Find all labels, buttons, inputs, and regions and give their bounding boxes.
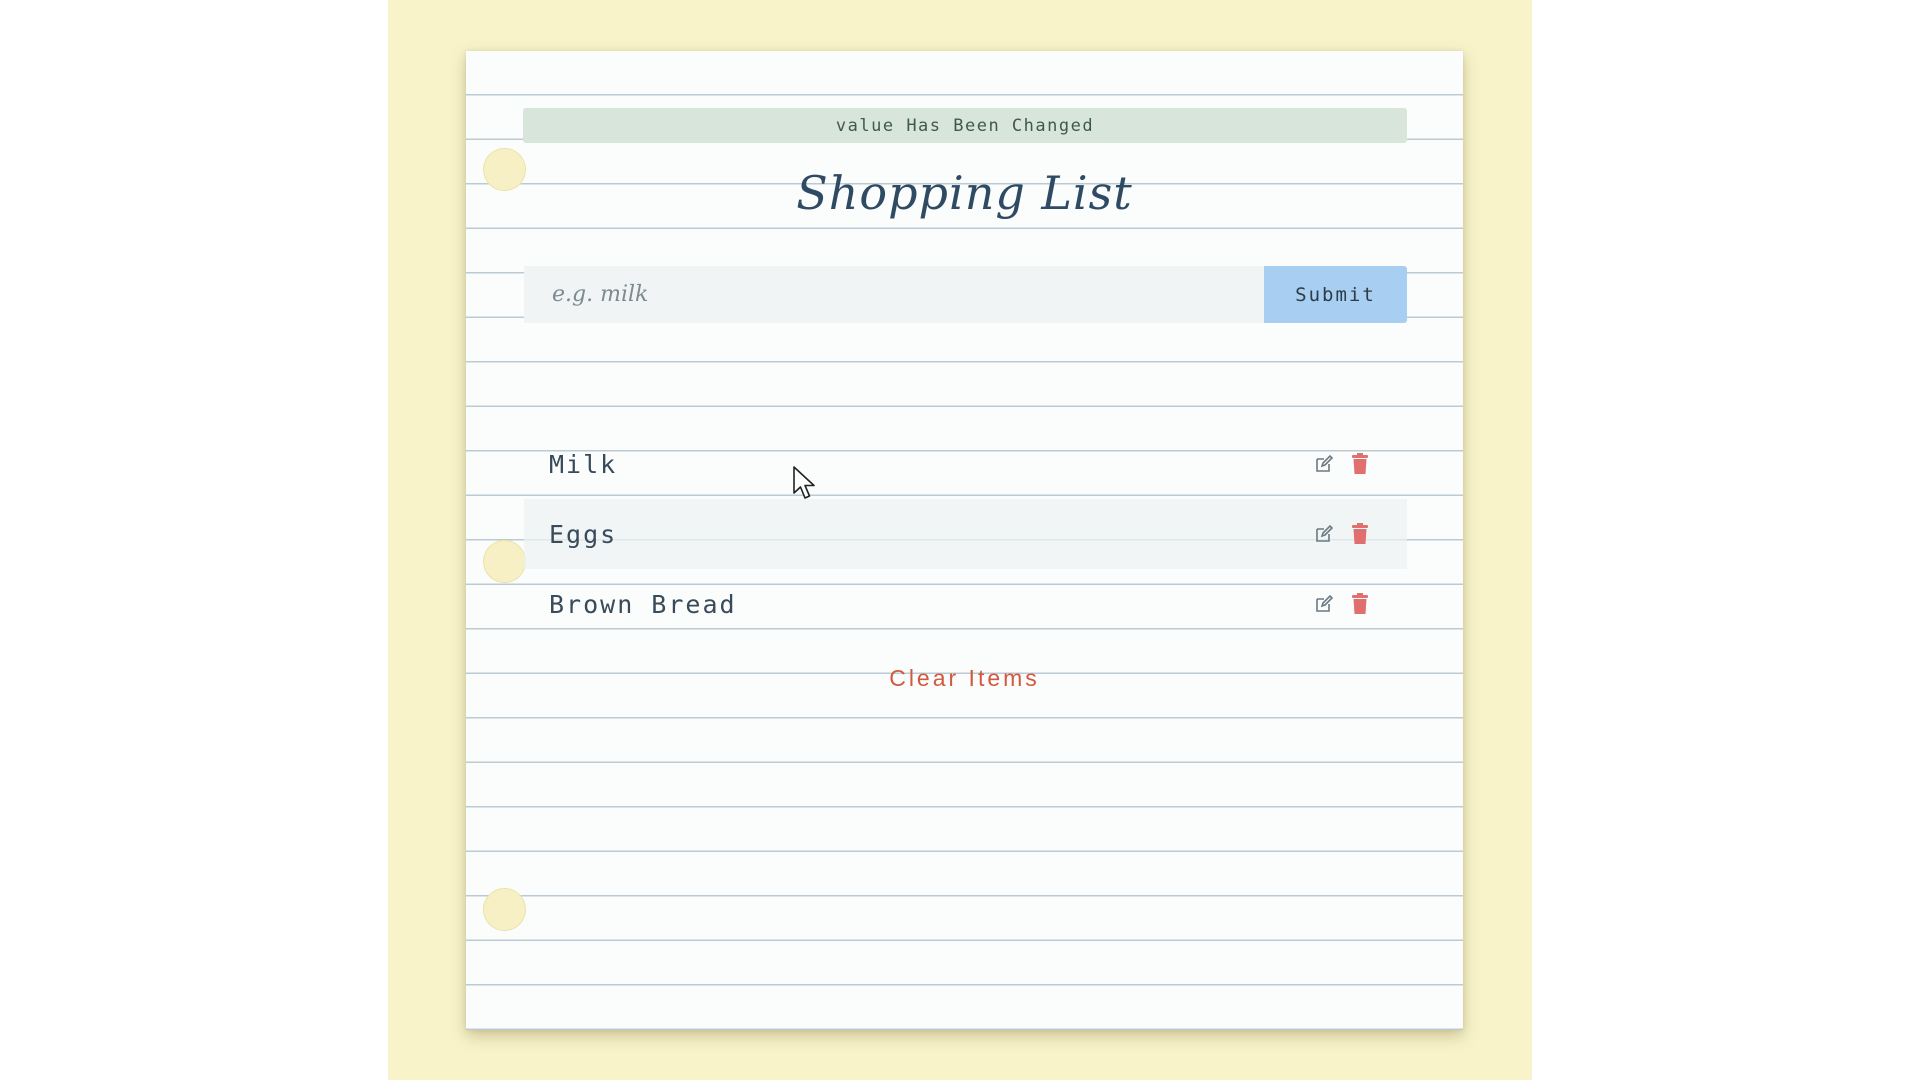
edit-icon[interactable] [1314, 453, 1334, 475]
status-alert: value Has Been Changed [523, 108, 1407, 143]
item-input[interactable] [524, 266, 1264, 323]
item-name: Brown Bread [549, 589, 737, 619]
item-actions [1314, 523, 1370, 545]
item-actions [1314, 593, 1370, 615]
binder-hole [483, 540, 526, 583]
list-item: Brown Bread [524, 569, 1407, 639]
add-item-form: Submit [524, 266, 1407, 323]
clear-items-button[interactable]: Clear Items [466, 665, 1463, 692]
trash-icon[interactable] [1350, 593, 1370, 615]
notebook-paper: value Has Been Changed Shopping List Sub… [466, 51, 1463, 1030]
binder-hole [483, 888, 526, 931]
trash-icon[interactable] [1350, 523, 1370, 545]
trash-icon[interactable] [1350, 453, 1370, 475]
page-title: Shopping List [796, 166, 1133, 220]
edit-icon[interactable] [1314, 523, 1334, 545]
item-name: Eggs [549, 519, 618, 549]
item-actions [1314, 453, 1370, 475]
list-item: Milk [524, 429, 1407, 499]
mouse-cursor-icon [793, 466, 815, 499]
shopping-list: Milk Eggs Brown Bread [524, 429, 1407, 639]
edit-icon[interactable] [1314, 593, 1334, 615]
list-item: Eggs [524, 499, 1407, 569]
submit-button[interactable]: Submit [1264, 266, 1407, 323]
item-name: Milk [549, 449, 618, 479]
